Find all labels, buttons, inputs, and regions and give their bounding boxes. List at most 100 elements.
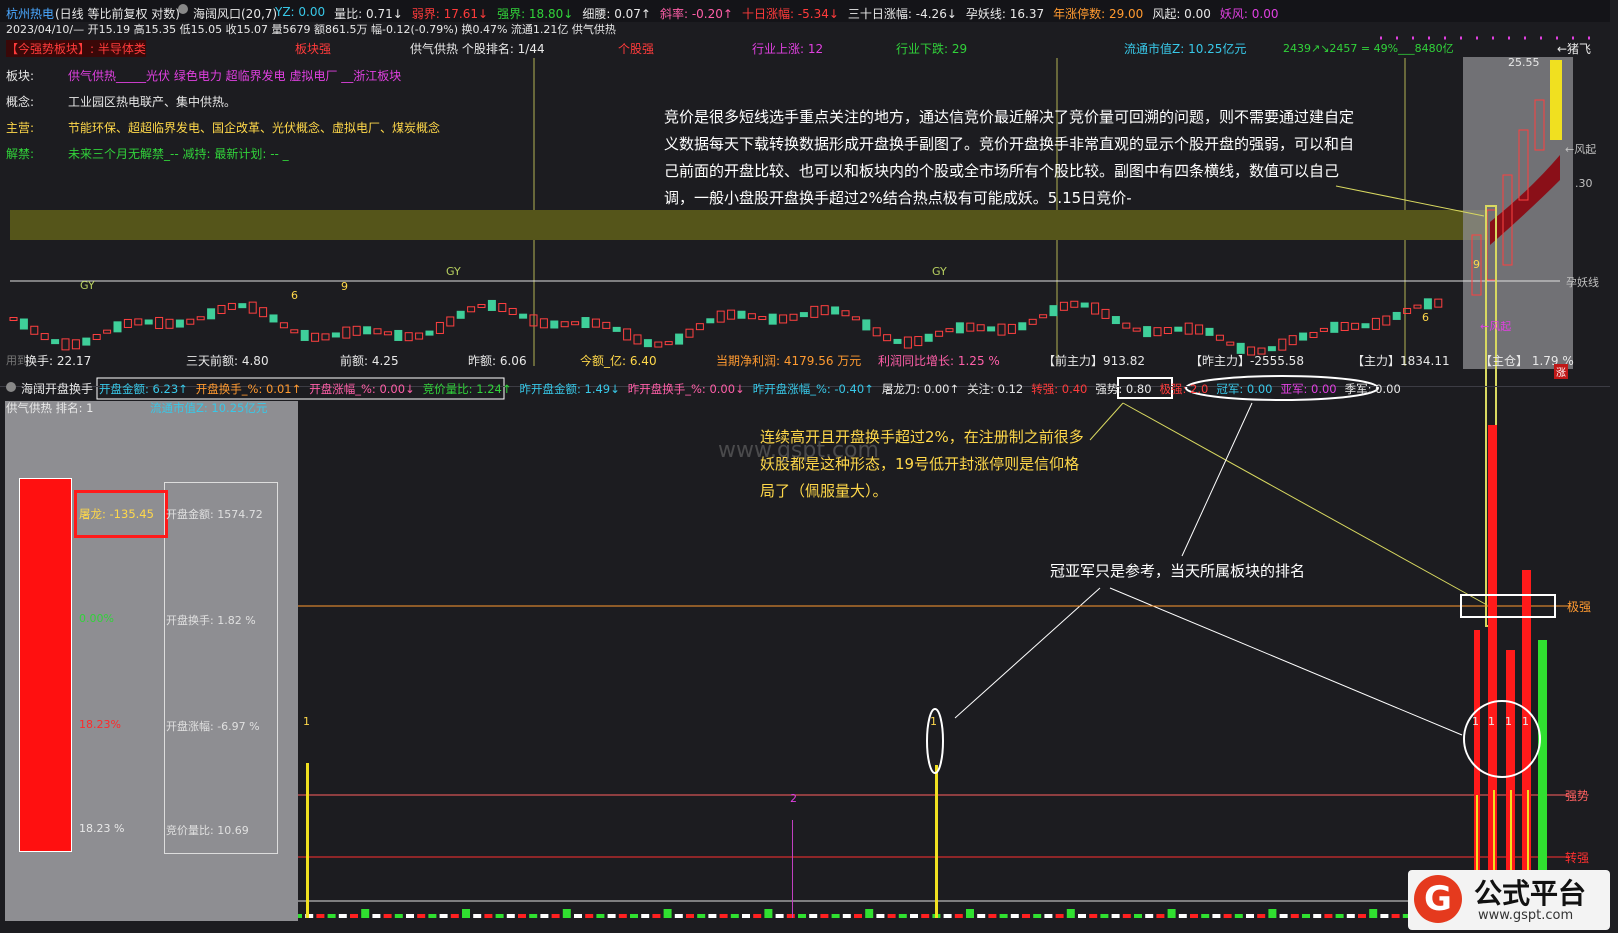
sub-bar <box>630 914 638 918</box>
sub-bar <box>596 914 605 918</box>
sub-bar <box>1122 914 1131 918</box>
candle <box>1319 327 1328 332</box>
candle <box>1091 302 1100 315</box>
today-amt: 今额_亿: 6.40 <box>580 354 657 368</box>
auction-ratio: 竞价量比: 10.69 <box>166 824 249 837</box>
sub-bar <box>450 914 459 918</box>
sub-bar <box>1055 914 1064 918</box>
volume-ratio-bar <box>19 478 72 852</box>
candle <box>9 317 18 321</box>
yesterday-amt: 昨额: 6.06 <box>468 354 527 368</box>
six-label: 6 <box>291 289 298 302</box>
sub-bar <box>1380 914 1389 918</box>
sub-bar <box>641 914 650 918</box>
candle <box>1423 298 1432 310</box>
candle <box>1226 341 1235 346</box>
pct-red: 18.23% <box>79 718 121 731</box>
gy-label-1: GY <box>80 279 95 292</box>
candle <box>290 329 299 334</box>
sub-bar <box>618 914 627 918</box>
net-profit: 当期净利润: 4179.56 万元 <box>716 354 862 368</box>
sub-value-13: 亚军: 0.00 <box>1280 382 1337 396</box>
gy-label-2: GY <box>446 265 461 278</box>
yunyaoxian-label: 孕妖线 <box>1566 276 1599 289</box>
sub-bar <box>921 914 930 918</box>
sub-bar <box>394 914 403 918</box>
sub-bar <box>1100 914 1109 918</box>
sub-indicator-name[interactable]: 海阔开盘换手 <box>21 380 93 397</box>
sub-value-7: 屠龙刀: 0.00↑ <box>881 382 960 396</box>
sub-indicator-values: 开盘金额: 6.23↑ 开盘换手_%: 0.01↑ 开盘涨幅_%: 0.00↓ 竞价量… <box>99 381 1401 397</box>
candle <box>269 314 278 323</box>
price-top-label: 25.55 <box>1508 56 1540 69</box>
candle <box>1413 304 1422 309</box>
sub-bar <box>529 914 538 918</box>
sub-bar <box>820 914 829 918</box>
candle <box>1267 346 1276 352</box>
candle <box>1382 315 1391 326</box>
candle <box>924 333 933 342</box>
candle <box>394 329 403 341</box>
candle <box>300 329 309 341</box>
candle <box>1143 326 1152 338</box>
open-amount: 开盘金额: 1574.72 <box>166 508 263 521</box>
candle <box>862 319 871 331</box>
nine-label: 9 <box>341 280 348 293</box>
candle <box>456 310 465 319</box>
candle <box>186 318 195 325</box>
candle <box>134 318 143 326</box>
sub-value-11: 极强: 2.0 <box>1159 382 1209 396</box>
sub-bar <box>1066 909 1075 918</box>
sub-bar <box>898 914 907 918</box>
candle <box>1059 301 1068 311</box>
candle <box>841 310 850 317</box>
candle <box>997 323 1006 336</box>
sub-bar <box>935 765 938 918</box>
candle <box>415 332 424 340</box>
candle <box>373 328 382 335</box>
candle <box>498 303 507 313</box>
sub-bar <box>462 909 470 918</box>
open-turnover: 开盘换手: 1.82 % <box>166 614 256 627</box>
sub-indicator-toggle-icon[interactable] <box>6 382 16 392</box>
sub-bar <box>562 909 571 918</box>
sub-bar <box>484 914 493 918</box>
sub-bar <box>506 914 515 918</box>
turnover-value: 换手: 22.17 <box>25 354 92 368</box>
candle <box>633 334 642 345</box>
candle <box>1392 311 1401 320</box>
candle <box>539 318 548 329</box>
candle <box>1288 335 1297 346</box>
candle <box>623 328 632 341</box>
sub-bar <box>708 914 717 918</box>
candle <box>1018 322 1027 331</box>
candle <box>903 336 912 349</box>
sub-value-2: 开盘涨幅_%: 0.00↓ <box>309 382 415 396</box>
bar-mark-2: 2 <box>790 792 797 805</box>
sub-value-0: 开盘金额: 6.23↑ <box>99 382 188 396</box>
price-mid-label: .30 <box>1575 177 1593 190</box>
bar-mark-1: 1 <box>303 715 310 728</box>
candle <box>446 316 455 327</box>
right-scrollbar[interactable] <box>1610 0 1618 933</box>
sub-value-8: 关注: 0.12 <box>967 382 1024 396</box>
candle <box>196 316 205 321</box>
candle <box>342 326 351 339</box>
bar-mark-6: 1 <box>1505 715 1512 728</box>
candle <box>789 313 798 321</box>
sub-bar <box>1391 914 1400 918</box>
sub-bar <box>1369 909 1378 918</box>
sub-bar <box>1111 914 1120 918</box>
sub-bar <box>719 914 728 918</box>
candle <box>51 339 60 345</box>
sub-bar <box>372 914 381 918</box>
annotation-ranking: 冠亚军只是参考，当天所属板块的排名 <box>1050 562 1306 580</box>
sub-bar <box>1488 425 1497 918</box>
candle <box>654 341 663 348</box>
candle <box>1049 305 1058 317</box>
sub-bar <box>1302 914 1310 918</box>
candle <box>1028 318 1037 325</box>
candle <box>19 318 28 330</box>
sub-bar <box>686 914 694 918</box>
sub-bar <box>1346 914 1355 918</box>
